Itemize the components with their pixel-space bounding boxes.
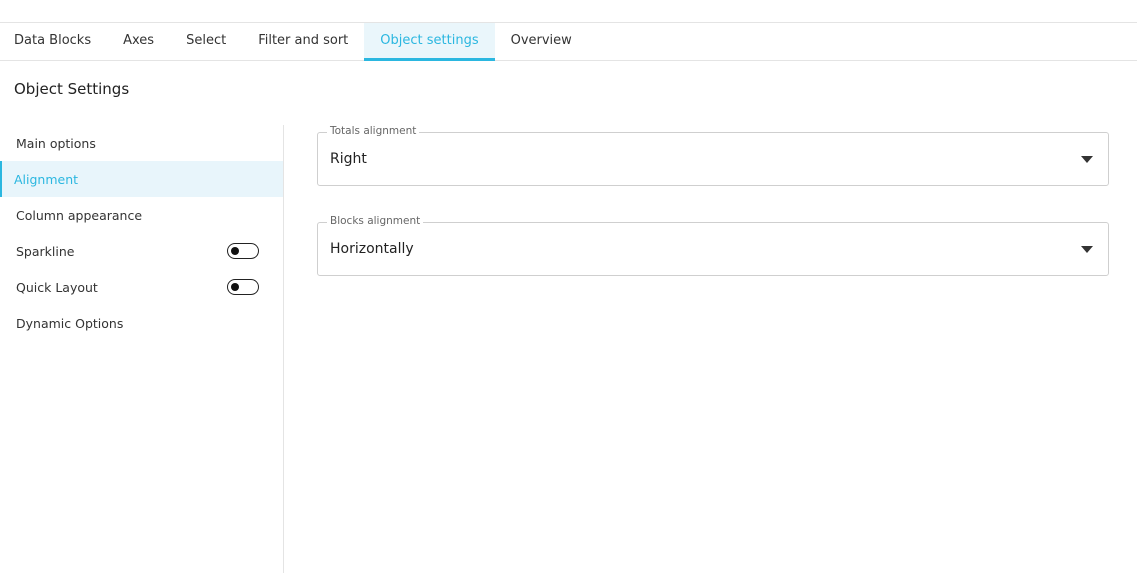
toggle-knob: [231, 247, 239, 255]
sidebar-item-label: Alignment: [14, 171, 79, 187]
tab-overview[interactable]: Overview: [495, 23, 588, 60]
sidebar-item-label: Main options: [16, 135, 96, 151]
chevron-down-icon[interactable]: [1081, 156, 1093, 163]
page-title: Object Settings: [14, 80, 130, 98]
sidebar-item-dynamic-options[interactable]: Dynamic Options: [0, 305, 283, 341]
sidebar-item-quick-layout[interactable]: Quick Layout: [0, 269, 283, 305]
tab-object-settings[interactable]: Object settings: [364, 23, 495, 61]
toggle-knob: [231, 283, 239, 291]
blocks-alignment-value: Horizontally: [330, 241, 414, 257]
tab-data-blocks[interactable]: Data Blocks: [0, 23, 107, 60]
sidebar-item-label: Sparkline: [16, 243, 75, 259]
totals-alignment-label: Totals alignment: [327, 125, 420, 137]
sparkline-toggle[interactable]: [227, 243, 259, 259]
settings-sidebar: Main options Alignment Column appearance…: [0, 125, 284, 573]
blocks-alignment-select[interactable]: Blocks alignment Horizontally: [317, 215, 1109, 276]
sidebar-item-label: Quick Layout: [16, 279, 98, 295]
tab-axes[interactable]: Axes: [107, 23, 170, 60]
top-strip: [0, 0, 1137, 23]
tab-bar: Data Blocks Axes Select Filter and sort …: [0, 23, 1137, 61]
tab-filter-and-sort[interactable]: Filter and sort: [242, 23, 364, 60]
totals-alignment-value: Right: [330, 151, 367, 167]
tab-select[interactable]: Select: [170, 23, 242, 60]
sidebar-item-label: Dynamic Options: [16, 315, 124, 331]
quick-layout-toggle[interactable]: [227, 279, 259, 295]
sidebar-item-alignment[interactable]: Alignment: [0, 161, 283, 197]
sidebar-item-sparkline[interactable]: Sparkline: [0, 233, 283, 269]
blocks-alignment-label: Blocks alignment: [327, 215, 424, 227]
alignment-panel: Totals alignment Right Blocks alignment …: [317, 125, 1109, 312]
chevron-down-icon[interactable]: [1081, 246, 1093, 253]
sidebar-item-main-options[interactable]: Main options: [0, 125, 283, 161]
totals-alignment-select[interactable]: Totals alignment Right: [317, 125, 1109, 186]
sidebar-item-column-appearance[interactable]: Column appearance: [0, 197, 283, 233]
sidebar-item-label: Column appearance: [16, 207, 143, 223]
